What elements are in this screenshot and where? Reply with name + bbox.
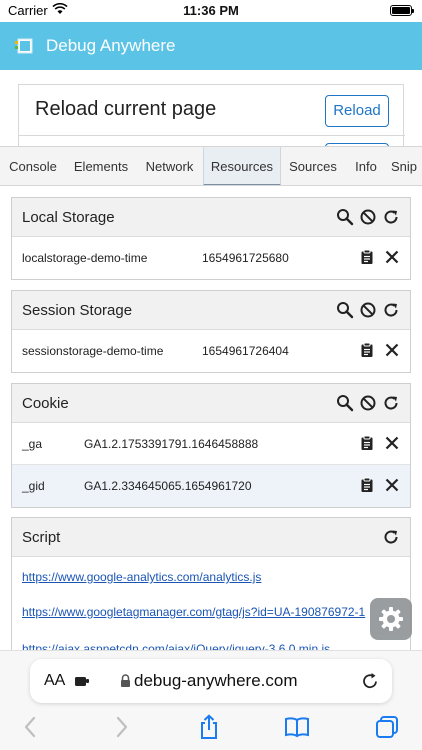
panel-title: Session Storage (22, 302, 133, 319)
back-icon[interactable] (18, 714, 44, 740)
storage-key: sessionstorage-demo-time (22, 344, 164, 358)
cookie-value: GA1.2.334645065.1654961720 (84, 479, 252, 493)
delete-icon[interactable] (384, 435, 400, 451)
tab-resources[interactable]: Resources (203, 147, 281, 185)
script-panel: Script https://www.google-analytics.com/… (11, 517, 411, 657)
panel-header: Local Storage (12, 198, 410, 237)
clear-icon[interactable] (359, 208, 377, 226)
panel-header: Session Storage (12, 291, 410, 330)
app-header: Debug Anywhere (0, 22, 422, 70)
refresh-icon[interactable] (382, 301, 400, 319)
delete-icon[interactable] (384, 342, 400, 358)
delete-icon[interactable] (384, 477, 400, 493)
panel-title: Cookie (22, 395, 69, 412)
app-logo-icon (15, 38, 33, 54)
panel-title: Local Storage (22, 209, 115, 226)
settings-fab[interactable] (370, 598, 412, 640)
panel-title: Script (22, 529, 61, 546)
cookie-row: _ga GA1.2.1753391791.1646458888 (12, 423, 410, 465)
cookie-value: GA1.2.1753391791.1646458888 (84, 437, 259, 451)
copy-icon[interactable] (359, 342, 375, 358)
extension-icon[interactable] (74, 673, 90, 689)
cookie-panel: Cookie _ga GA1.2.1753391791.1646458888 _… (11, 383, 411, 508)
divider (19, 135, 405, 136)
forward-icon[interactable] (108, 714, 134, 740)
address-bar[interactable]: AA debug-anywhere.com (30, 659, 392, 703)
tab-info[interactable]: Info (345, 147, 387, 185)
tabs-icon[interactable] (374, 714, 400, 740)
script-link[interactable]: https://www.google-analytics.com/analyti… (22, 570, 261, 584)
clock: 11:36 PM (183, 3, 239, 18)
storage-value: 1654961725680 (202, 251, 289, 265)
reload-page-icon[interactable] (360, 671, 380, 691)
storage-key: localstorage-demo-time (22, 251, 148, 265)
storage-row: sessionstorage-demo-time 1654961726404 (12, 330, 410, 372)
cookie-row: _gid GA1.2.334645065.1654961720 (12, 465, 410, 507)
refresh-icon[interactable] (382, 394, 400, 412)
cookie-key: _ga (22, 437, 43, 451)
panel-header: Cookie (12, 384, 410, 423)
panel-header: Script (12, 518, 410, 557)
delete-icon[interactable] (384, 249, 400, 265)
copy-icon[interactable] (359, 477, 375, 493)
local-storage-panel: Local Storage localstorage-demo-time 165… (11, 197, 411, 280)
clear-icon[interactable] (359, 301, 377, 319)
reload-title: Reload current page (35, 98, 217, 120)
text-size-button[interactable]: AA (44, 672, 65, 690)
devtools-tabs: Console Elements Network Resources Sourc… (0, 146, 422, 186)
search-icon[interactable] (336, 208, 354, 226)
copy-icon[interactable] (359, 249, 375, 265)
status-bar: Carrier 11:36 PM (0, 0, 422, 22)
refresh-icon[interactable] (382, 528, 400, 546)
app-title: Debug Anywhere (46, 36, 176, 55)
session-storage-panel: Session Storage sessionstorage-demo-time… (11, 290, 411, 373)
tab-snip[interactable]: Snip (391, 147, 422, 185)
script-link[interactable]: https://www.googletagmanager.com/gtag/js… (22, 605, 365, 619)
storage-row: localstorage-demo-time 1654961725680 (12, 237, 410, 279)
tab-elements[interactable]: Elements (66, 147, 136, 185)
cookie-key: _gid (22, 479, 45, 493)
reload-card: Reload current page Reload (18, 84, 405, 155)
tab-sources[interactable]: Sources (281, 147, 345, 185)
battery-icon (390, 5, 414, 16)
clear-icon[interactable] (359, 394, 377, 412)
gear-icon (379, 607, 403, 631)
reload-button[interactable]: Reload (325, 95, 389, 127)
share-icon[interactable] (196, 714, 222, 740)
search-icon[interactable] (336, 394, 354, 412)
url-text: debug-anywhere.com (134, 671, 298, 690)
tab-network[interactable]: Network (136, 147, 203, 185)
copy-icon[interactable] (359, 435, 375, 451)
bookmarks-icon[interactable] (284, 714, 310, 740)
lock-icon (121, 674, 130, 687)
search-icon[interactable] (336, 301, 354, 319)
refresh-icon[interactable] (382, 208, 400, 226)
tab-console[interactable]: Console (0, 147, 66, 185)
storage-value: 1654961726404 (202, 344, 289, 358)
